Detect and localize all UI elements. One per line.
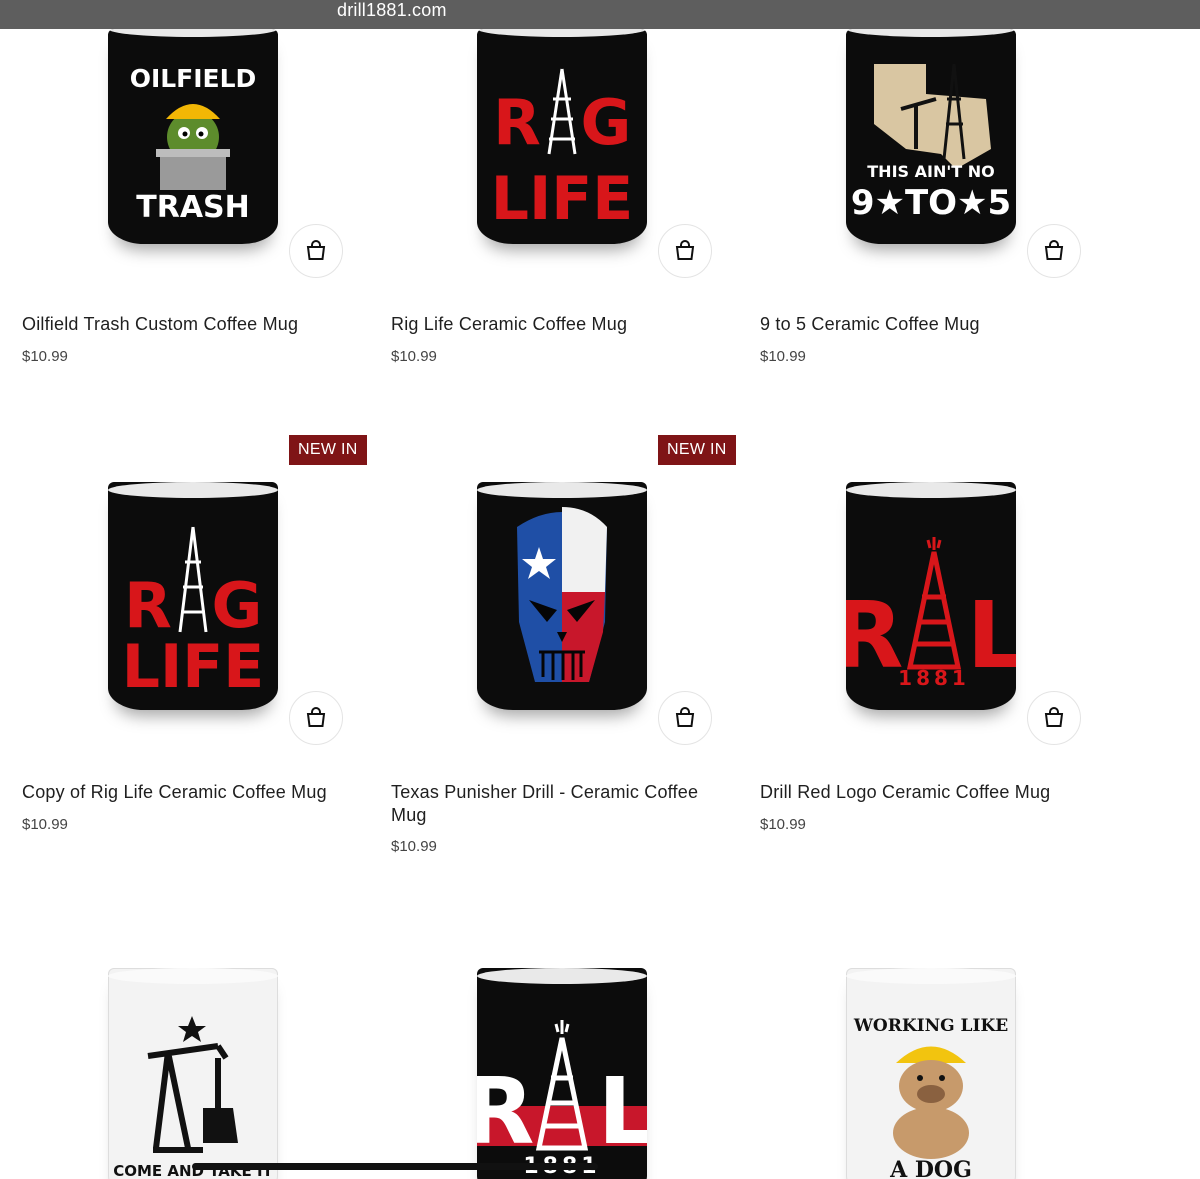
add-to-cart-button[interactable] <box>289 691 343 745</box>
product-title[interactable]: 9 to 5 Ceramic Coffee Mug <box>760 313 1090 336</box>
product-image[interactable]: COME AND TAKE IT <box>108 968 278 1179</box>
add-to-cart-button[interactable] <box>658 224 712 278</box>
product-price: $10.99 <box>391 348 437 365</box>
product-title[interactable]: Rig Life Ceramic Coffee Mug <box>391 313 721 336</box>
product-image[interactable] <box>477 482 647 710</box>
shopping-bag-icon <box>1044 240 1064 260</box>
product-price: $10.99 <box>391 838 437 855</box>
art-text: 1881 <box>898 666 970 690</box>
browser-address-bar[interactable]: drill1881.com <box>0 0 1200 29</box>
product-image[interactable]: R G LIFE <box>477 29 647 244</box>
art-text: R <box>477 1058 534 1165</box>
product-image[interactable]: R L 1881 <box>477 968 647 1179</box>
home-indicator[interactable] <box>192 1163 598 1170</box>
product-image[interactable]: R L 1881 <box>846 482 1016 710</box>
shopping-bag-icon <box>1044 707 1064 727</box>
art-text: G <box>581 86 632 159</box>
new-in-badge: NEW IN <box>658 435 736 465</box>
add-to-cart-button[interactable] <box>658 691 712 745</box>
product-price: $10.99 <box>760 348 806 365</box>
art-text: 9★TO★5 <box>851 183 1011 223</box>
art-text: OILFIELD <box>130 64 257 93</box>
add-to-cart-button[interactable] <box>289 224 343 278</box>
product-title[interactable]: Drill Red Logo Ceramic Coffee Mug <box>760 781 1090 804</box>
art-text: R <box>846 582 903 689</box>
product-price: $10.99 <box>22 816 68 833</box>
product-image[interactable]: THIS AIN'T NO 9★TO★5 <box>846 29 1016 244</box>
product-image[interactable]: R G LIFE <box>108 482 278 710</box>
art-text: LIFE <box>491 164 634 234</box>
shopping-bag-icon <box>675 707 695 727</box>
art-text: L <box>967 582 1016 689</box>
art-text: WORKING LIKE <box>853 1016 1008 1036</box>
art-text: R <box>493 86 541 159</box>
shopping-bag-icon <box>675 240 695 260</box>
product-title[interactable]: Oilfield Trash Custom Coffee Mug <box>22 313 352 336</box>
product-title[interactable]: Texas Punisher Drill - Ceramic Coffee Mu… <box>391 781 721 827</box>
art-text: L <box>598 1058 647 1165</box>
product-title[interactable]: Copy of Rig Life Ceramic Coffee Mug <box>22 781 352 804</box>
art-text: TRASH <box>136 190 250 225</box>
shopping-bag-icon <box>306 707 326 727</box>
add-to-cart-button[interactable] <box>1027 691 1081 745</box>
product-price: $10.99 <box>760 816 806 833</box>
add-to-cart-button[interactable] <box>1027 224 1081 278</box>
art-text: LIFE <box>122 632 265 702</box>
product-image[interactable]: WORKING LIKE A DOG <box>846 968 1016 1179</box>
product-image[interactable]: OILFIELD TRASH <box>108 29 278 244</box>
art-text: THIS AIN'T NO <box>867 162 994 181</box>
url-text: drill1881.com <box>337 0 447 20</box>
new-in-badge: NEW IN <box>289 435 367 465</box>
product-price: $10.99 <box>22 348 68 365</box>
art-text: A DOG <box>889 1157 972 1179</box>
shopping-bag-icon <box>306 240 326 260</box>
